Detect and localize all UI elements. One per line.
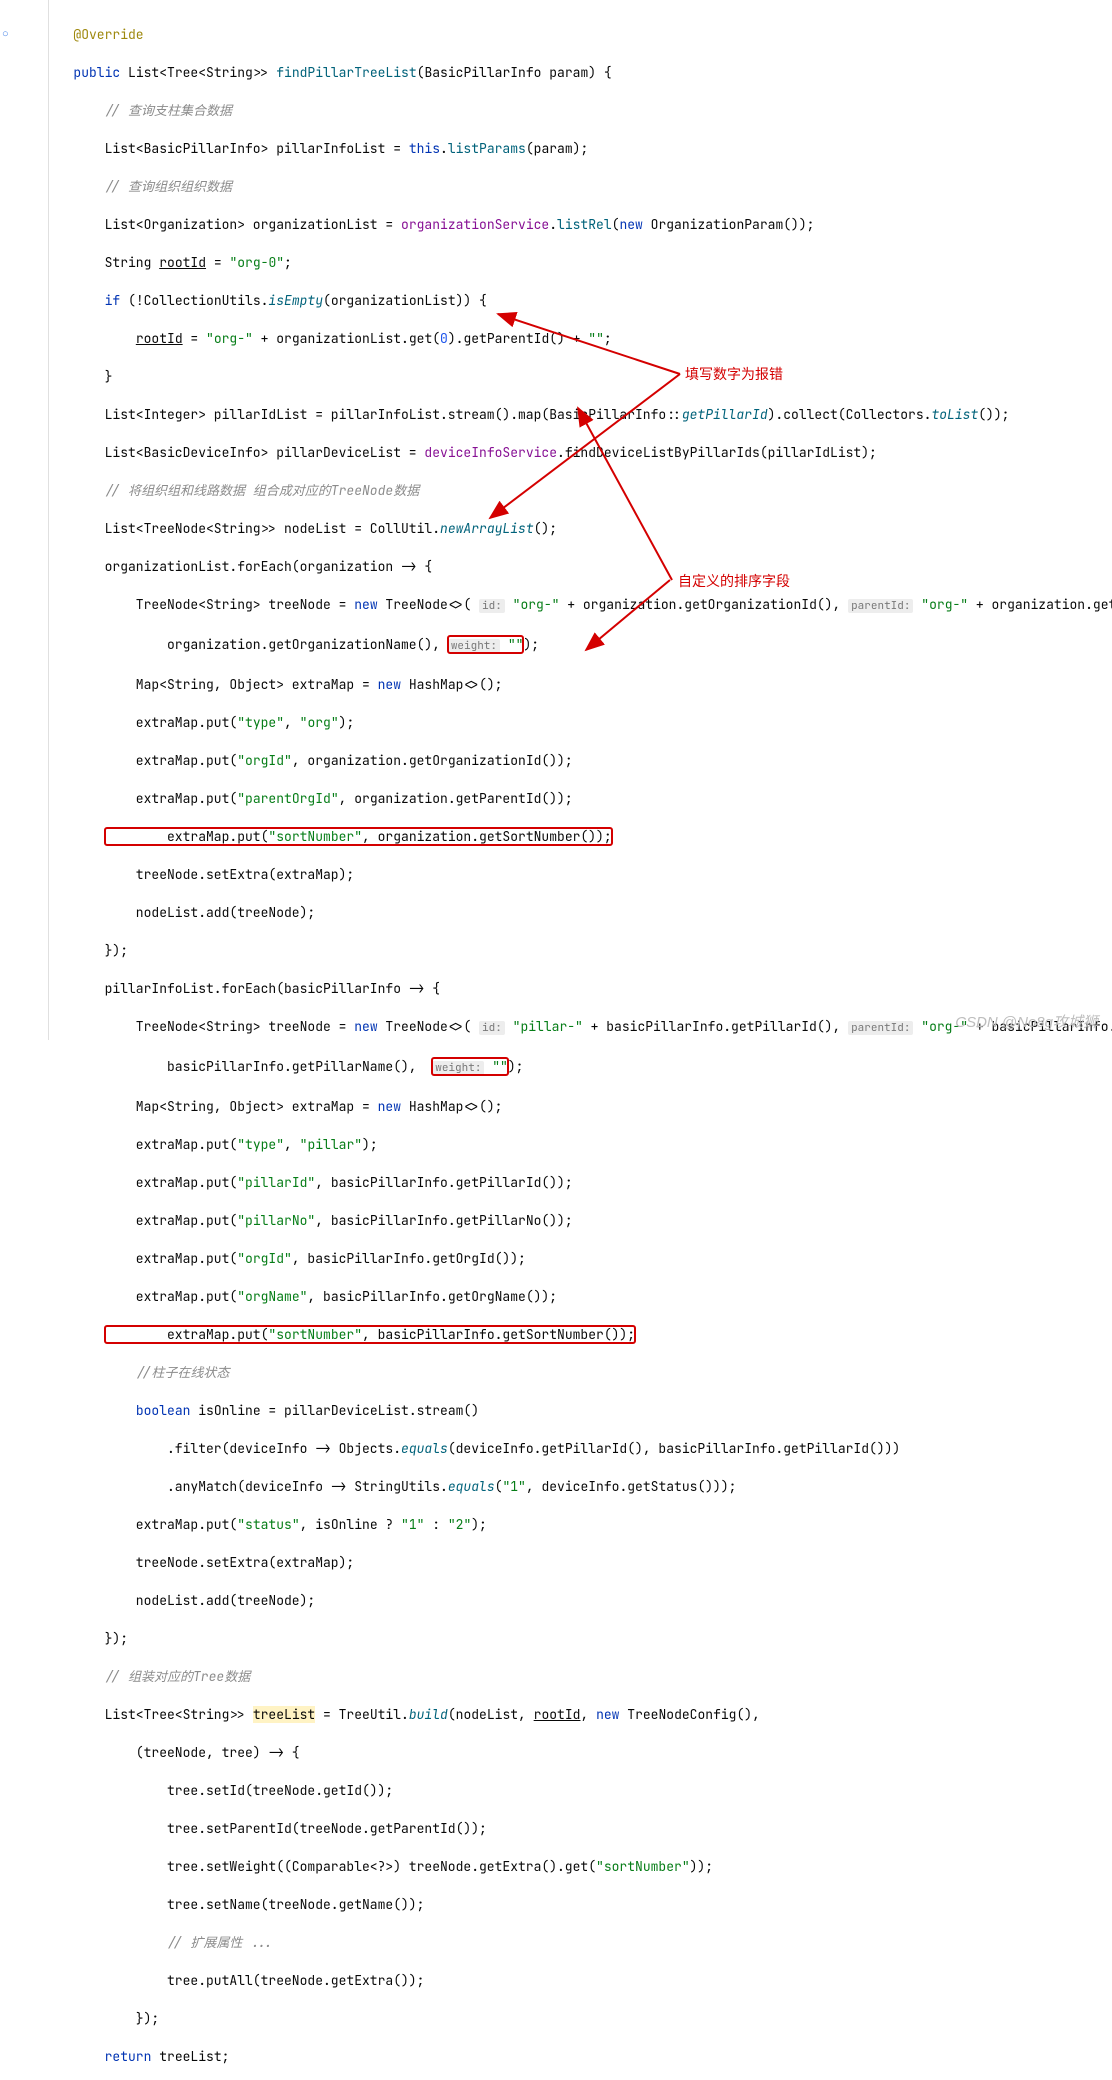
line: // 将组织组和线路数据 组合成对应的TreeNode数据 (50, 481, 1112, 500)
line: tree.setWeight((Comparable<?>) treeNode.… (50, 1857, 1112, 1876)
line: nodeList.add(treeNode); (50, 1591, 1112, 1610)
line: List<BasicPillarInfo> pillarInfoList = t… (50, 139, 1112, 158)
line: return treeList; (50, 2047, 1112, 2066)
line: organization.getOrganizationName(), weig… (50, 635, 1112, 656)
line: extraMap.put("orgId", organization.getOr… (50, 751, 1112, 770)
line: tree.setName(treeNode.getName()); (50, 1895, 1112, 1914)
line: // 扩展属性 ... (50, 1933, 1112, 1952)
annotation-error-text: 填写数字为报错 (685, 365, 783, 384)
line: String rootId = "org-0"; (50, 253, 1112, 272)
line: treeNode.setExtra(extraMap); (50, 865, 1112, 884)
line: (treeNode, tree) -> { (50, 1743, 1112, 1762)
line: tree.setId(treeNode.getId()); (50, 1781, 1112, 1800)
line: TreeNode<String> treeNode = new TreeNode… (50, 1017, 1112, 1038)
line: pillarInfoList.forEach(basicPillarInfo -… (50, 979, 1112, 998)
line: rootId = "org-" + organizationList.get(0… (50, 329, 1112, 348)
line: List<BasicDeviceInfo> pillarDeviceList =… (50, 443, 1112, 462)
watermark: CSDN @No8g攻城狮 (955, 1013, 1098, 1032)
annotation-sortfield-text: 自定义的排序字段 (678, 572, 790, 591)
line: public List<Tree<String>> findPillarTree… (50, 63, 1112, 82)
line: Map<String, Object> extraMap = new HashM… (50, 675, 1112, 694)
line: treeNode.setExtra(extraMap); (50, 1553, 1112, 1572)
editor-gutter: ○ (0, 0, 49, 1040)
line: // 查询支柱集合数据 (50, 101, 1112, 120)
weight-empty-box-1: weight: "" (448, 636, 524, 653)
sortnumber-box-2: extraMap.put("sortNumber", basicPillarIn… (105, 1326, 635, 1343)
line: }); (50, 1629, 1112, 1648)
line: basicPillarInfo.getPillarName(), weight:… (50, 1057, 1112, 1078)
line: .filter(deviceInfo -> Objects.equals(dev… (50, 1439, 1112, 1458)
code-area: @Override public List<Tree<String>> find… (50, 6, 1112, 2080)
line: } (50, 367, 1112, 386)
override-gutter-icon: ○ (2, 25, 9, 44)
line: List<Integer> pillarIdList = pillarInfoL… (50, 405, 1112, 424)
line: extraMap.put("orgName", basicPillarInfo.… (50, 1287, 1112, 1306)
line: extraMap.put("status", isOnline ? "1" : … (50, 1515, 1112, 1534)
line: extraMap.put("parentOrgId", organization… (50, 789, 1112, 808)
line: tree.setParentId(treeNode.getParentId())… (50, 1819, 1112, 1838)
line: }); (50, 2009, 1112, 2028)
line: @Override (50, 25, 1112, 44)
line: tree.putAll(treeNode.getExtra()); (50, 1971, 1112, 1990)
line: TreeNode<String> treeNode = new TreeNode… (50, 595, 1112, 616)
line: boolean isOnline = pillarDeviceList.stre… (50, 1401, 1112, 1420)
line: extraMap.put("type", "pillar"); (50, 1135, 1112, 1154)
line: // 查询组织组织数据 (50, 177, 1112, 196)
line: if (!CollectionUtils.isEmpty(organizatio… (50, 291, 1112, 310)
line: extraMap.put("pillarId", basicPillarInfo… (50, 1173, 1112, 1192)
line: //柱子在线状态 (50, 1363, 1112, 1382)
line: extraMap.put("pillarNo", basicPillarInfo… (50, 1211, 1112, 1230)
line: List<Tree<String>> treeList = TreeUtil.b… (50, 1705, 1112, 1724)
line: List<Organization> organizationList = or… (50, 215, 1112, 234)
line: extraMap.put("sortNumber", basicPillarIn… (50, 1325, 1112, 1344)
line: nodeList.add(treeNode); (50, 903, 1112, 922)
line: extraMap.put("sortNumber", organization.… (50, 827, 1112, 846)
line: List<TreeNode<String>> nodeList = CollUt… (50, 519, 1112, 538)
line: Map<String, Object> extraMap = new HashM… (50, 1097, 1112, 1116)
line: extraMap.put("orgId", basicPillarInfo.ge… (50, 1249, 1112, 1268)
sortnumber-box-1: extraMap.put("sortNumber", organization.… (105, 828, 612, 845)
line: }); (50, 941, 1112, 960)
line: // 组装对应的Tree数据 (50, 1667, 1112, 1686)
line: extraMap.put("type", "org"); (50, 713, 1112, 732)
line: organizationList.forEach(organization ->… (50, 557, 1112, 576)
weight-empty-box-2: weight: "" (432, 1058, 508, 1075)
line: .anyMatch(deviceInfo -> StringUtils.equa… (50, 1477, 1112, 1496)
